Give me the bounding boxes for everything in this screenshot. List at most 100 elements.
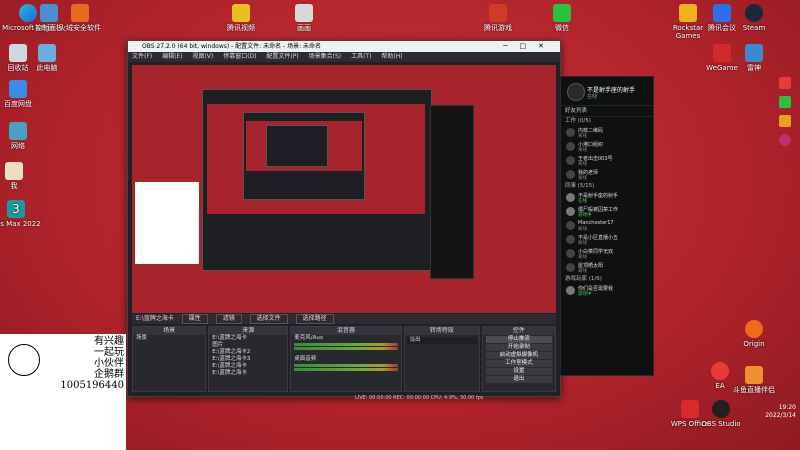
list-item[interactable]: 你们是否需要我 游戏中 bbox=[561, 284, 653, 298]
mixer-channel-desktop: 桌面音频 bbox=[294, 356, 317, 362]
douyu-icon bbox=[745, 366, 763, 384]
sources-dock: 来源 E:\蓝牌之海卡 图片 E:\蓝牌之海卡2 E:\蓝牌之海卡3 E:\蓝牌… bbox=[208, 326, 289, 392]
list-item[interactable]: 王者出击003号 离线 bbox=[561, 154, 653, 168]
obs-status-bar: LIVE: 00:00:00 REC: 00:00:00 CPU: 4.9%, … bbox=[355, 395, 484, 401]
desktop-icon-douyu[interactable]: 斗鱼直播伴侣 bbox=[728, 366, 780, 394]
start-recording-button[interactable]: 开始录制 bbox=[485, 344, 552, 351]
list-item[interactable]: 我的老师 离线 bbox=[561, 168, 653, 182]
scenes-dock: 场景 场景 bbox=[132, 326, 207, 392]
3dsmax-icon: 3 bbox=[7, 200, 25, 218]
profile-status[interactable]: 在线 bbox=[587, 93, 597, 100]
avatar bbox=[566, 193, 575, 202]
desktop-icon-steam[interactable]: Steam bbox=[728, 4, 780, 32]
window-controls[interactable]: ─□✕ bbox=[503, 41, 556, 52]
cartoon-face-icon bbox=[8, 344, 40, 376]
desktop-icon-network[interactable]: 网络 bbox=[0, 122, 44, 150]
app-icon[interactable] bbox=[779, 77, 791, 89]
avatar[interactable] bbox=[567, 83, 585, 101]
list-item[interactable]: 小港口组织 离线 bbox=[561, 140, 653, 154]
source-item[interactable]: E:\蓝牌之海卡 bbox=[209, 370, 287, 377]
exit-button[interactable]: 退出 bbox=[485, 376, 552, 383]
avatar bbox=[566, 156, 575, 165]
list-item[interactable]: 不是射手座的射手 在线 bbox=[561, 191, 653, 205]
properties-button[interactable]: 属性 bbox=[181, 314, 208, 324]
obs-menubar: 文件(F) 编辑(E) 视图(V) 停靠窗口(D) 配置文件(P) 场景集合(S… bbox=[128, 52, 560, 62]
list-item[interactable]: 小白菜同学无双 离线 bbox=[561, 247, 653, 261]
desktop-icon-wechat[interactable]: 微信 bbox=[536, 4, 588, 32]
mic-volume-meter[interactable] bbox=[294, 343, 398, 346]
avatar bbox=[566, 170, 575, 179]
app-icon[interactable] bbox=[779, 115, 791, 127]
avatar bbox=[566, 142, 575, 151]
mixer-dock: 混音器 麦克风/Aux 桌面音频 bbox=[290, 326, 402, 392]
menu-profile[interactable]: 配置文件(P) bbox=[266, 53, 298, 60]
source-item[interactable]: 图片 bbox=[209, 342, 287, 349]
contact-group[interactable]: 游戏玩家 (1/6) bbox=[561, 275, 653, 284]
menu-view[interactable]: 视图(V) bbox=[192, 53, 213, 60]
select-file-button[interactable]: 选择文件 bbox=[249, 314, 288, 324]
source-item[interactable]: E:\蓝牌之海卡3 bbox=[209, 356, 287, 363]
desktop-icon-obs[interactable]: OBS Studio bbox=[695, 400, 747, 428]
transition-select[interactable]: 淡出 bbox=[406, 337, 477, 344]
settings-button[interactable]: 设置 bbox=[485, 368, 552, 375]
filters-button[interactable]: 滤镜 bbox=[215, 314, 242, 324]
friend-list-tab[interactable]: 好友列表 bbox=[561, 106, 653, 117]
avatar bbox=[566, 286, 575, 295]
avatar[interactable] bbox=[779, 134, 791, 146]
menu-file[interactable]: 文件(F) bbox=[132, 53, 152, 60]
obs-preview[interactable] bbox=[132, 65, 556, 313]
source-item[interactable]: E:\蓝牌之海卡 bbox=[209, 363, 287, 370]
source-item[interactable]: E:\蓝牌之海卡2 bbox=[209, 349, 287, 356]
sticker-text: 有兴趣 一起玩 小伙伴 企鹅群 1005196440 bbox=[60, 336, 124, 391]
select-path-button[interactable]: 选择路径 bbox=[295, 314, 334, 324]
overlay-sticker: 有兴趣 一起玩 小伙伴 企鹅群 1005196440 bbox=[0, 334, 126, 450]
obs-icon bbox=[712, 400, 730, 418]
menu-edit[interactable]: 编辑(E) bbox=[162, 53, 182, 60]
scene-item[interactable]: 场景 bbox=[133, 335, 205, 342]
list-item[interactable]: 屋顶晒太阳 离线 bbox=[561, 261, 653, 275]
taskbar-clock[interactable]: 19:20 2022/3/14 bbox=[765, 404, 796, 420]
origin-icon bbox=[745, 320, 763, 338]
nested-obs-3 bbox=[266, 125, 328, 167]
file-icon bbox=[5, 162, 23, 180]
desktop-icon-draw[interactable]: 画画 bbox=[278, 4, 330, 32]
desktop-icon-3dsmax[interactable]: 3 3ds Max 2022 bbox=[0, 200, 42, 228]
menu-help[interactable]: 帮助(H) bbox=[381, 53, 402, 60]
menu-tools[interactable]: 工具(T) bbox=[351, 53, 371, 60]
list-item[interactable]: 不是小区直播小五 离线 bbox=[561, 233, 653, 247]
desktop-volume-meter[interactable] bbox=[294, 364, 398, 367]
menu-docks[interactable]: 停靠窗口(D) bbox=[223, 53, 256, 60]
avatar bbox=[566, 235, 575, 244]
list-item[interactable]: Manchester17 离线 bbox=[561, 219, 653, 233]
stop-streaming-button[interactable]: 停止推流 bbox=[485, 336, 552, 343]
desktop-icon-tencent-video[interactable]: 腾讯视频 bbox=[215, 4, 267, 32]
desktop-icon-origin[interactable]: Origin bbox=[728, 320, 780, 348]
wechat-icon bbox=[553, 4, 571, 22]
menu-scene-collection[interactable]: 场景集合(S) bbox=[309, 53, 342, 60]
list-item[interactable]: 僵尸般被囚禁工作 游戏中 bbox=[561, 205, 653, 219]
avatar bbox=[566, 249, 575, 258]
mic-volume-meter[interactable] bbox=[294, 347, 398, 350]
nested-chat-large bbox=[430, 105, 474, 279]
studio-mode-button[interactable]: 工作室模式 bbox=[485, 360, 552, 367]
xbox-icon[interactable] bbox=[779, 96, 791, 108]
desktop-icon-me[interactable]: 我 bbox=[0, 162, 40, 190]
desktop-icon-tencent-games[interactable]: 腾讯游戏 bbox=[472, 4, 524, 32]
desktop-icon-baidupan[interactable]: 百度网盘 bbox=[0, 80, 44, 108]
desktop-icon-leishen[interactable]: 雷神 bbox=[728, 44, 780, 72]
mixer-channel-mic: 麦克风/Aux bbox=[294, 335, 324, 341]
list-item[interactable]: 内核二维码 离线 bbox=[561, 126, 653, 140]
rockstar-icon bbox=[679, 4, 697, 22]
source-item[interactable]: E:\蓝牌之海卡 bbox=[209, 335, 287, 342]
contact-group[interactable]: 工作 (0/5) bbox=[561, 117, 653, 126]
obs-titlebar: OBS 27.2.0 (64 bit, windows) - 配置文件: 未命名… bbox=[128, 41, 560, 52]
desktop-icon-this-pc[interactable]: 此电脑 bbox=[21, 44, 73, 72]
chat-header: 不是射手座的射手 在线 bbox=[561, 77, 653, 106]
controls-dock: 控件 停止推流 开始录制 启动虚拟摄像机 工作室模式 设置 退出 bbox=[481, 326, 556, 392]
computer-icon bbox=[38, 44, 56, 62]
contact-group[interactable]: 同事 (5/15) bbox=[561, 182, 653, 191]
chat-panel: 不是射手座的射手 在线 好友列表 工作 (0/5) 内核二维码 离线 小港口组织离… bbox=[560, 76, 654, 376]
desktop-icon-huorong[interactable]: 火绒安全软件 bbox=[54, 4, 106, 32]
desktop-volume-meter[interactable] bbox=[294, 368, 398, 371]
virtual-camera-button[interactable]: 启动虚拟摄像机 bbox=[485, 352, 552, 359]
